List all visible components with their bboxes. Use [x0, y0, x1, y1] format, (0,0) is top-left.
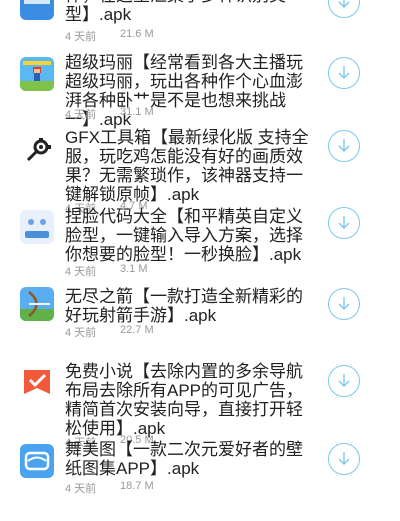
- download-button[interactable]: [328, 365, 360, 397]
- download-button[interactable]: [328, 207, 360, 239]
- app-date: 4 天前: [65, 266, 97, 278]
- download-icon: [338, 66, 350, 79]
- app-size: 21.6 M: [120, 28, 154, 40]
- app-title: 捏脸代码大全【和平精英自定义脸型，一键输入导入方案，选择你想要的脸型！一秒换脸】…: [65, 207, 303, 264]
- download-button[interactable]: [328, 443, 360, 475]
- app-size: 18.7 M: [120, 480, 154, 492]
- app-meta: 4 天前 31.1 M: [65, 106, 265, 121]
- list-item[interactable]: 件，在这里汇集了多种识别类型】.apk 4 天前 21.6 M: [0, 0, 400, 50]
- archery-game-icon: [20, 287, 54, 321]
- download-icon: [338, 297, 350, 310]
- app-size: 22.7 M: [120, 324, 154, 336]
- app-meta: 4 天前 22.7 M: [65, 324, 265, 339]
- download-button[interactable]: [328, 130, 360, 162]
- list-item[interactable]: 无尽之箭【一款打造全新精彩的好玩射箭手游】.apk 4 天前 22.7 M: [0, 287, 400, 342]
- app-title: GFX工具箱【最新绿化版 支持全服，玩吃鸡怎能没有好的画质效果？无需繁琐作，该神…: [65, 128, 309, 204]
- app-date: 4 天前: [65, 483, 97, 495]
- download-button[interactable]: [328, 0, 360, 18]
- app-title: 舞美图【一款二次元爱好者的壁纸图集APP】.apk: [65, 440, 303, 478]
- list-item[interactable]: GFX工具箱【最新绿化版 支持全服，玩吃鸡怎能没有好的画质效果？无需繁琐作，该神…: [0, 128, 400, 215]
- list-item[interactable]: 捏脸代码大全【和平精英自定义脸型，一键输入导入方案，选择你想要的脸型！一秒换脸】…: [0, 207, 400, 279]
- app-title: 免费小说【去除内置的多余导航布局去除所有APP的可见广告，精简首次安装向导，直接…: [65, 362, 304, 438]
- list-item[interactable]: 免费小说【去除内置的多余导航布局去除所有APP的可见广告，精简首次安装向导，直接…: [0, 362, 400, 449]
- gear-tool-icon: [20, 134, 54, 168]
- app-meta: 4 天前 18.7 M: [65, 480, 265, 495]
- download-icon: [338, 216, 350, 229]
- download-button[interactable]: [328, 57, 360, 89]
- app-list: 件，在这里汇集了多种识别类型】.apk 4 天前 21.6 M 超级玛丽【经常看…: [0, 0, 400, 521]
- mario-game-icon: [20, 57, 54, 91]
- download-icon: [338, 452, 350, 465]
- app-date: 4 天前: [65, 109, 97, 121]
- list-item[interactable]: 超级玛丽【经常看到各大主播玩超级玛丽，玩出各种作个心血澎湃各种卧艹是不是也想来挑…: [0, 53, 400, 129]
- face-code-icon: [20, 210, 54, 244]
- app-date: 4 天前: [65, 327, 97, 339]
- app-title: 无尽之箭【一款打造全新精彩的好玩射箭手游】.apk: [65, 287, 303, 325]
- list-item[interactable]: 舞美图【一款二次元爱好者的壁纸图集APP】.apk 4 天前 18.7 M: [0, 440, 400, 500]
- wallpaper-app-icon: [20, 444, 54, 478]
- app-meta: 4 天前 3.1 M: [65, 263, 265, 278]
- app-title: 件，在这里汇集了多种识别类型】.apk: [65, 0, 286, 24]
- download-icon: [338, 0, 350, 8]
- app-size: 3.1 M: [120, 263, 148, 275]
- download-icon: [338, 139, 350, 152]
- download-icon: [338, 374, 350, 387]
- download-button[interactable]: [328, 288, 360, 320]
- blue-app-icon: [20, 0, 54, 20]
- app-size: 31.1 M: [120, 106, 154, 118]
- novel-book-icon: [20, 366, 54, 400]
- app-date: 4 天前: [65, 31, 97, 43]
- app-meta: 4 天前 21.6 M: [65, 28, 265, 43]
